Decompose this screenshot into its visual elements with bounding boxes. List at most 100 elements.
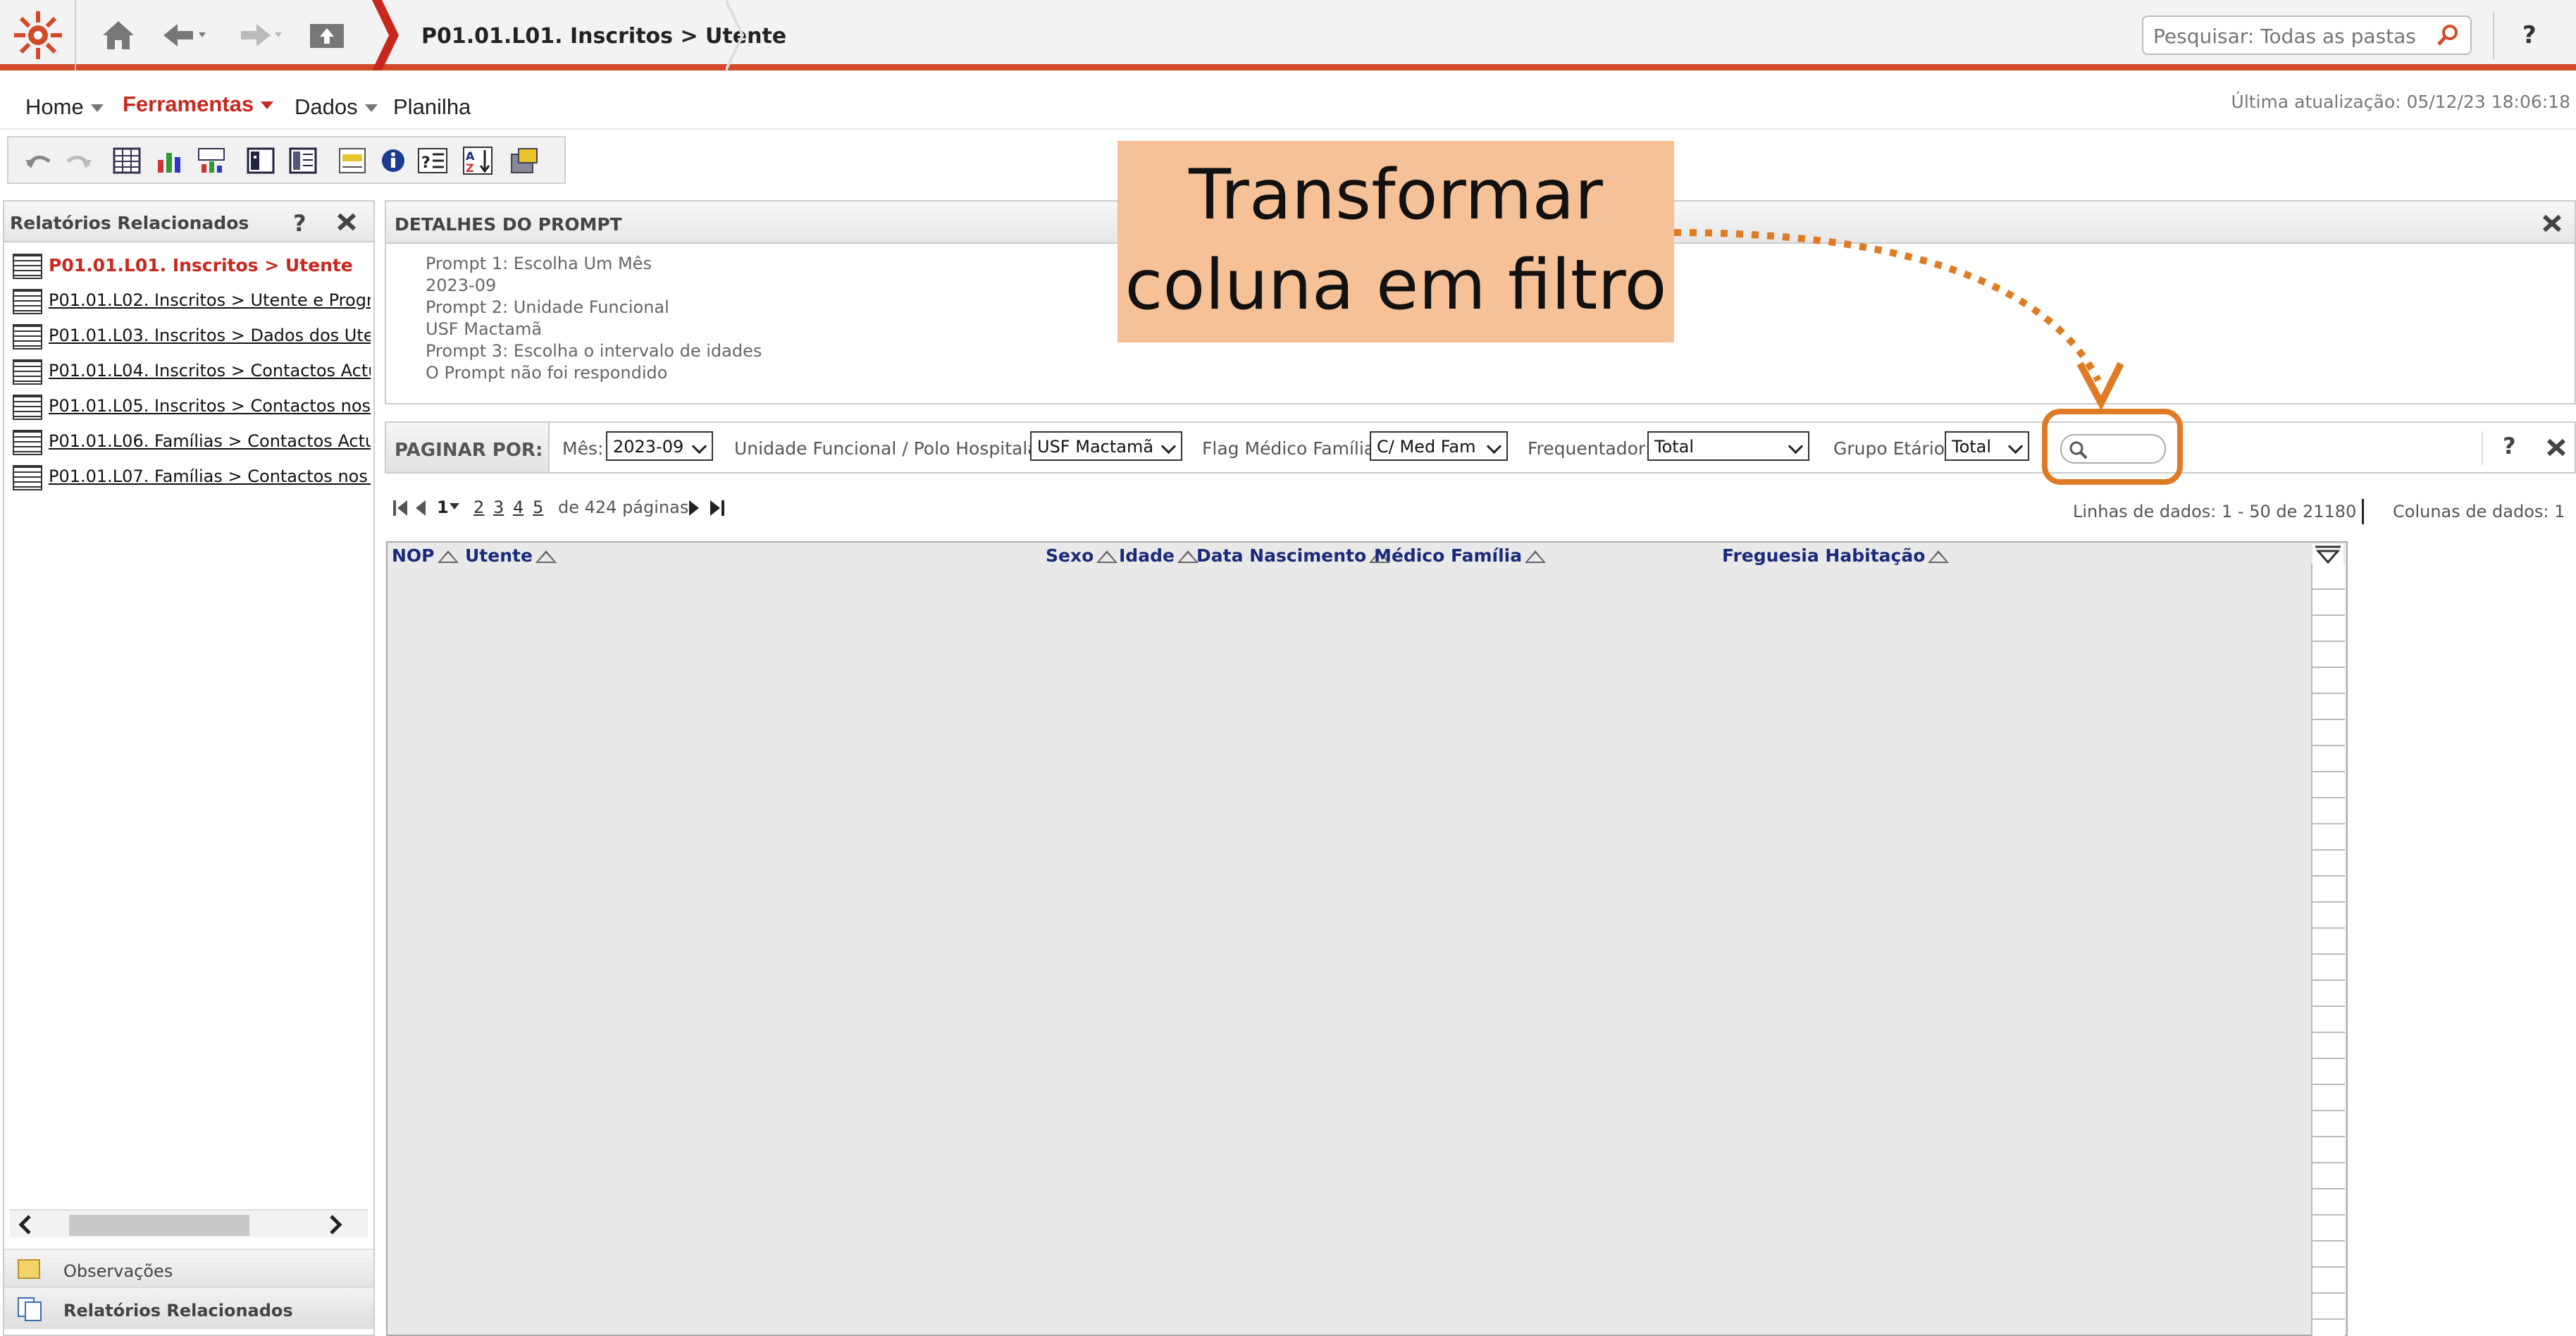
annotation-line1: Transformar (1189, 155, 1603, 235)
column-header-nop[interactable]: NOP (392, 545, 459, 566)
report-item[interactable]: P01.01.L03. Inscritos > Dados dos Utent (10, 318, 371, 350)
rows-info: Linhas de dados: 1 - 50 de 21180 (2073, 502, 2357, 521)
search-input[interactable] (2152, 24, 2429, 49)
scrollbar-thumb[interactable] (69, 1215, 249, 1236)
graph-view-icon[interactable] (154, 146, 185, 175)
sort-ascending-icon[interactable] (1928, 550, 1950, 563)
total-pages-text: de 424 páginas (558, 497, 689, 517)
filter-label-flag: Flag Médico Família: (1202, 438, 1381, 459)
first-page-icon[interactable] (392, 497, 409, 519)
column-header-idade[interactable]: Idade (1119, 545, 1199, 566)
column-header-data-nascimento[interactable]: Data Nascimento (1196, 545, 1391, 566)
info-icon[interactable] (378, 146, 409, 175)
current-page[interactable]: 1 (437, 497, 449, 517)
sort-ascending-icon[interactable] (1096, 550, 1118, 563)
close-icon[interactable] (2545, 437, 2568, 458)
page-by-icon[interactable] (245, 146, 276, 175)
sort-ascending-icon[interactable] (1525, 550, 1547, 563)
cols-info: Colunas de dados: 1 (2393, 502, 2565, 521)
filter-flag-select[interactable]: C/ Med Fam (1370, 431, 1508, 461)
table-icon (13, 430, 42, 455)
horizontal-scrollbar[interactable] (10, 1209, 368, 1237)
column-header-utente[interactable]: Utente (465, 545, 557, 566)
annotation-callout: Transformar coluna em filtro (1117, 141, 1674, 342)
menu-divider (0, 128, 2576, 130)
reports-icon (17, 1297, 45, 1322)
filter-unidade-select[interactable]: USF Mactamã (1030, 431, 1182, 461)
row-gutter (2311, 564, 2345, 1336)
report-item[interactable]: P01.01.L07. Famílias > Contactos nos últ (10, 459, 371, 490)
help-button[interactable]: ? (2522, 21, 2537, 49)
column-header-medico-familia[interactable]: Médico Família (1374, 545, 1547, 566)
prev-page-icon[interactable] (413, 497, 427, 519)
next-page-icon[interactable] (688, 497, 702, 519)
footer-observacoes[interactable]: Observações (4, 1249, 373, 1287)
app-logo[interactable] (0, 0, 76, 70)
grid-graph-icon[interactable] (196, 146, 227, 175)
table-icon (13, 359, 42, 385)
folder-up-icon[interactable] (307, 18, 347, 52)
redo-icon[interactable] (63, 146, 94, 175)
svg-text:?: ? (421, 154, 431, 172)
related-reports-panel: Relatórios Relacionados ? P01.01.L01. In… (3, 200, 375, 1336)
page-by-help-button[interactable]: ? (2503, 433, 2516, 459)
search-icon[interactable] (2435, 23, 2460, 48)
page-link[interactable]: 3 (493, 497, 504, 517)
sort-ascending-icon[interactable] (1177, 550, 1199, 563)
scroll-left-icon[interactable] (16, 1213, 37, 1236)
menu-dados[interactable]: Dados (295, 94, 378, 120)
filter-label-unidade: Unidade Funcional / Polo Hospitalar: (734, 438, 1051, 459)
chevron-down-icon[interactable] (450, 503, 459, 509)
undo-icon[interactable] (23, 146, 54, 175)
table-icon (13, 254, 42, 279)
annotation-highlight (2042, 409, 2183, 485)
page-link[interactable]: 5 (533, 497, 543, 517)
panel-header: Relatórios Relacionados ? (4, 202, 373, 242)
sort-icon[interactable]: AZ (462, 146, 493, 175)
filter-label-mes: Mês: (562, 438, 604, 459)
column-header-sexo[interactable]: Sexo (1046, 545, 1118, 566)
prompt-icon[interactable]: ? (417, 146, 448, 175)
scroll-right-icon[interactable] (324, 1213, 345, 1236)
table-icon (13, 465, 42, 490)
page-link[interactable]: 2 (473, 497, 484, 517)
menu-ferramentas-label: Ferramentas (123, 92, 254, 116)
report-item[interactable]: P01.01.L01. Inscritos > Utente (10, 248, 371, 279)
home-icon[interactable] (100, 18, 137, 52)
forward-icon[interactable] (235, 18, 285, 52)
top-bar: P01.01.L01. Inscritos > Utente ? (0, 0, 2576, 70)
close-icon[interactable] (2541, 213, 2563, 234)
last-page-icon[interactable] (709, 497, 726, 519)
filter-grupo-select[interactable]: Total (1945, 431, 2029, 461)
filter-frequentador-select[interactable]: Total (1647, 431, 1809, 461)
column-menu-icon[interactable] (2312, 544, 2343, 567)
menu-home[interactable]: Home (25, 94, 104, 120)
report-item[interactable]: P01.01.L05. Inscritos > Contactos nos úl (10, 389, 371, 420)
report-item[interactable]: P01.01.L06. Famílias > Contactos Actuai (10, 424, 371, 455)
sort-ascending-icon[interactable] (535, 550, 557, 563)
breadcrumb-chevron-icon (372, 0, 400, 70)
panel-help-button[interactable]: ? (293, 210, 306, 237)
page-by-bar: PAGINAR POR: Mês: 2023-09 Unidade Funcio… (385, 421, 2576, 474)
autotext-icon[interactable] (337, 146, 368, 175)
sort-ascending-icon[interactable] (437, 550, 459, 563)
options-icon[interactable] (509, 146, 540, 175)
grid-view-icon[interactable] (111, 146, 142, 175)
page-link[interactable]: 4 (513, 497, 524, 517)
search-box[interactable] (2142, 16, 2472, 55)
menu-planilha[interactable]: Planilha (393, 94, 471, 120)
back-icon[interactable] (161, 18, 210, 52)
svg-text:Z: Z (466, 161, 474, 175)
menu-ferramentas[interactable]: Ferramentas (123, 92, 274, 117)
annotation-line2: coluna em filtro (1125, 245, 1667, 326)
filter-mes-select[interactable]: 2023-09 (606, 431, 713, 461)
prompt-line: USF Mactamã (426, 319, 543, 339)
menu-home-label: Home (25, 94, 84, 119)
close-icon[interactable] (335, 211, 358, 233)
report-item[interactable]: P01.01.L04. Inscritos > Contactos Actuai (10, 354, 371, 385)
footer-relatorios[interactable]: Relatórios Relacionados (4, 1287, 373, 1329)
pagination: 1 2 3 4 5 de 424 páginas (392, 495, 786, 523)
column-header-freguesia[interactable]: Freguesia Habitação (1722, 545, 1950, 566)
report-item[interactable]: P01.01.L02. Inscritos > Utente e Progran (10, 283, 371, 314)
outline-icon[interactable] (287, 146, 318, 175)
